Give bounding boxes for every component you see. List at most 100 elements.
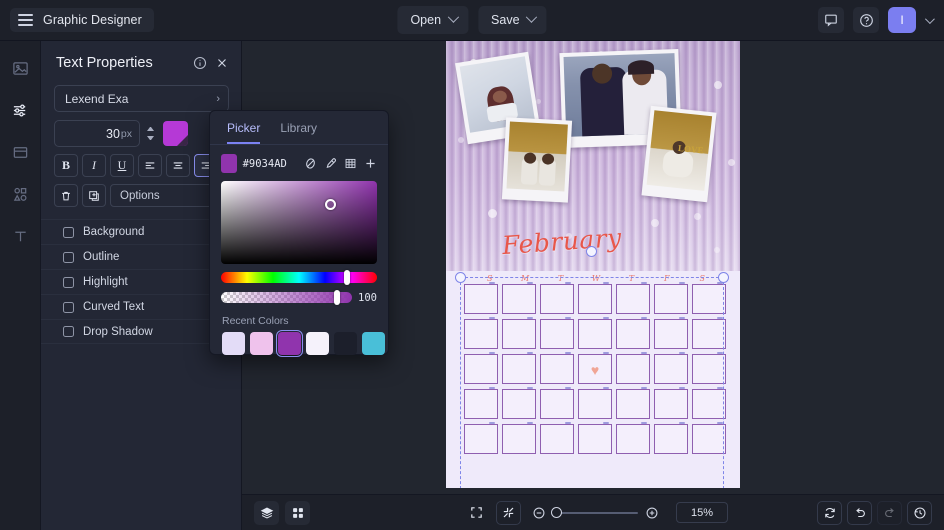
polaroid-photo-4[interactable]: LOVE: [641, 105, 717, 203]
chevron-down-icon[interactable]: [924, 13, 935, 24]
zoom-level-input[interactable]: 15%: [676, 502, 728, 523]
calendar-grid[interactable]: ♥: [464, 282, 726, 454]
calendar-cell[interactable]: [540, 282, 574, 314]
avatar[interactable]: I: [888, 7, 916, 33]
save-menu-button[interactable]: Save: [478, 6, 547, 34]
recent-color-swatch[interactable]: [276, 330, 303, 357]
picker-tab-picker[interactable]: Picker: [227, 121, 261, 144]
calendar-cell[interactable]: [616, 422, 650, 454]
no-color-icon[interactable]: [304, 154, 318, 173]
hamburger-icon[interactable]: [18, 14, 33, 26]
layers-icon[interactable]: [254, 500, 279, 525]
color-picker-popup[interactable]: Picker Library #9034AD 100 Recent Colors: [209, 110, 389, 357]
hue-slider-handle[interactable]: [344, 270, 351, 285]
calendar-cell[interactable]: [616, 352, 650, 384]
polaroid-photo-3[interactable]: [501, 117, 573, 203]
checkbox-icon[interactable]: [63, 251, 74, 263]
calendar-cell[interactable]: [692, 387, 726, 419]
calendar-cell[interactable]: [540, 387, 574, 419]
calendar-cell[interactable]: [464, 387, 498, 419]
recent-color-swatch[interactable]: [306, 332, 329, 355]
calendar-cell[interactable]: [464, 352, 498, 384]
recent-color-swatch[interactable]: [222, 332, 245, 355]
alpha-slider[interactable]: [221, 290, 353, 305]
rail-item-adjustments[interactable]: [6, 97, 34, 123]
calendar-cell[interactable]: [464, 317, 498, 349]
calendar-cell[interactable]: [654, 282, 688, 314]
underline-button[interactable]: U: [110, 154, 134, 177]
calendar-cell[interactable]: [540, 317, 574, 349]
checkbox-icon[interactable]: [63, 276, 74, 288]
hue-slider[interactable]: [221, 270, 377, 285]
recent-color-swatch[interactable]: [250, 332, 273, 355]
calendar-cell[interactable]: [616, 317, 650, 349]
rail-item-image[interactable]: [6, 55, 34, 81]
align-left-icon[interactable]: [138, 154, 162, 177]
calendar-cell[interactable]: ♥: [578, 352, 612, 384]
bold-button[interactable]: B: [54, 154, 78, 177]
duplicate-icon[interactable]: [82, 184, 106, 207]
saturation-handle[interactable]: [324, 198, 336, 210]
recent-color-swatch[interactable]: [362, 332, 385, 355]
zoom-in-icon[interactable]: [645, 506, 659, 520]
calendar-cell[interactable]: [692, 282, 726, 314]
close-icon[interactable]: [215, 56, 229, 70]
zoom-out-icon[interactable]: [532, 506, 546, 520]
saturation-value-field[interactable]: [221, 181, 377, 264]
calendar-cell[interactable]: [692, 422, 726, 454]
redo-icon[interactable]: [877, 500, 902, 525]
shrink-icon[interactable]: [496, 500, 521, 525]
calendar-cell[interactable]: [502, 282, 536, 314]
current-color-swatch[interactable]: [221, 154, 237, 173]
recent-color-swatch[interactable]: [334, 332, 357, 355]
hex-input[interactable]: #9034AD: [243, 158, 298, 170]
calendar-cell[interactable]: [502, 317, 536, 349]
calendar-area[interactable]: SMTWTFS ♥: [446, 271, 740, 488]
calendar-cell[interactable]: [464, 282, 498, 314]
reset-icon[interactable]: [817, 500, 842, 525]
help-circle-icon[interactable]: [853, 7, 879, 33]
app-brand-button[interactable]: Graphic Designer: [10, 8, 154, 32]
comment-icon[interactable]: [818, 7, 844, 33]
rail-item-layout[interactable]: [6, 139, 34, 165]
calendar-cell[interactable]: [540, 422, 574, 454]
calendar-cell[interactable]: [654, 317, 688, 349]
palette-grid-icon[interactable]: [344, 154, 358, 173]
calendar-cell[interactable]: [616, 282, 650, 314]
align-center-icon[interactable]: [166, 154, 190, 177]
calendar-cell[interactable]: [502, 352, 536, 384]
text-color-swatch[interactable]: [163, 121, 188, 146]
info-circle-icon[interactable]: [193, 56, 207, 70]
alpha-slider-handle[interactable]: [333, 290, 340, 305]
calendar-cell[interactable]: [578, 317, 612, 349]
italic-button[interactable]: I: [82, 154, 106, 177]
stepper-down-icon[interactable]: [147, 136, 154, 141]
fit-screen-icon[interactable]: [464, 501, 489, 525]
checkbox-icon[interactable]: [63, 326, 74, 337]
calendar-cell[interactable]: [464, 422, 498, 454]
add-color-icon[interactable]: [364, 154, 378, 173]
checkbox-icon[interactable]: [63, 301, 74, 313]
calendar-cell[interactable]: [540, 352, 574, 384]
calendar-cell[interactable]: [578, 282, 612, 314]
design-canvas[interactable]: LOVE February SMTWTFS ♥: [446, 41, 740, 488]
calendar-cell[interactable]: [578, 387, 612, 419]
stepper-up-icon[interactable]: [147, 126, 154, 131]
font-size-input[interactable]: 30 px: [54, 120, 140, 147]
zoom-slider[interactable]: [551, 506, 638, 518]
font-family-select[interactable]: Lexend Exa ›: [54, 85, 229, 112]
history-icon[interactable]: [907, 500, 932, 525]
picker-tab-library[interactable]: Library: [280, 121, 317, 144]
calendar-cell[interactable]: [654, 422, 688, 454]
calendar-cell[interactable]: [654, 352, 688, 384]
calendar-cell[interactable]: [616, 387, 650, 419]
calendar-cell[interactable]: [692, 352, 726, 384]
undo-icon[interactable]: [847, 500, 872, 525]
grid-icon[interactable]: [285, 500, 310, 525]
calendar-cell[interactable]: [692, 317, 726, 349]
rail-item-text[interactable]: [6, 223, 34, 249]
open-menu-button[interactable]: Open: [397, 6, 469, 34]
eyedropper-icon[interactable]: [324, 154, 338, 173]
checkbox-icon[interactable]: [63, 226, 74, 238]
rail-item-shapes[interactable]: [6, 181, 34, 207]
